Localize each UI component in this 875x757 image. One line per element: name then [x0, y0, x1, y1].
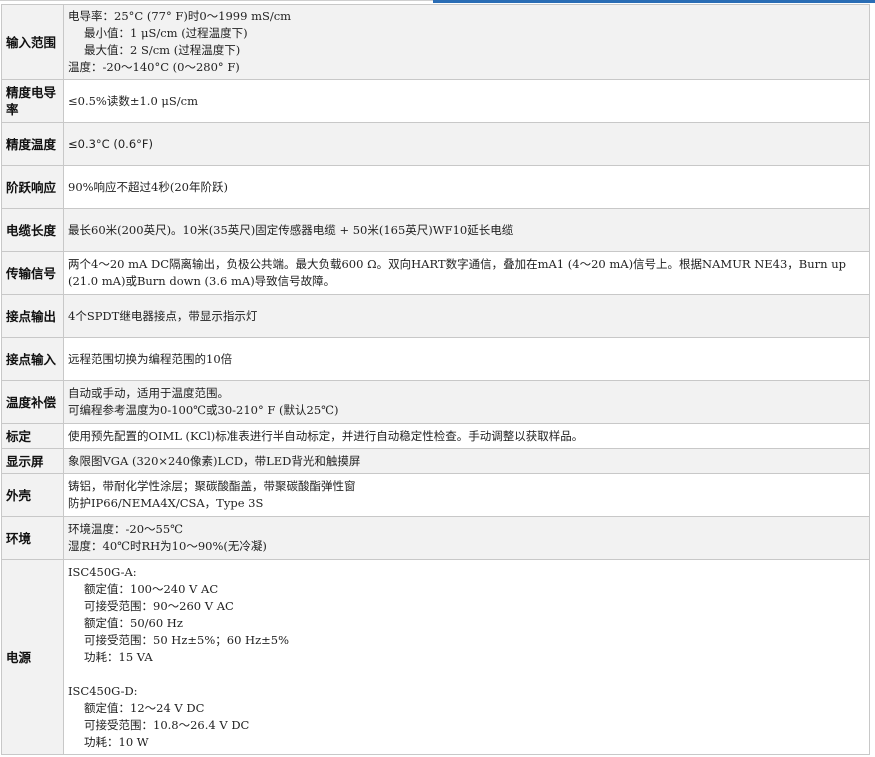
spec-row-cable-length: 电缆长度 最长60米(200英尺)。10米(35英尺)固定传感器电缆 + 50米… — [1, 208, 870, 252]
spec-row-contact-output: 接点输出 4个SPDT继电器接点，带显示指示灯 — [1, 294, 870, 338]
spec-label: 阶跃响应 — [1, 165, 64, 209]
spec-row-contact-input: 接点输入 远程范围切换为编程范围的10倍 — [1, 337, 870, 381]
spec-value: 象限图VGA (320×240像素)LCD，带LED背光和触摸屏 — [63, 448, 870, 474]
spec-row-display: 显示屏 象限图VGA (320×240像素)LCD，带LED背光和触摸屏 — [1, 448, 870, 474]
spec-line: (21.0 mA)或Burn down (3.6 mA)导致信号故障。 — [68, 274, 336, 288]
spec-row-temperature-compensation: 温度补偿 自动或手动，适用于温度范围。 可编程参考温度为0-100℃或30-21… — [1, 380, 870, 424]
spec-label: 显示屏 — [1, 448, 64, 474]
spec-line: 环境温度：-20～55℃ — [68, 522, 184, 536]
spec-value: 远程范围切换为编程范围的10倍 — [63, 337, 870, 381]
spec-label: 精度电导率 — [1, 79, 64, 123]
spec-value: 4个SPDT继电器接点，带显示指示灯 — [63, 294, 870, 338]
spec-line: 可接受范围：10.8～26.4 V DC — [84, 717, 250, 732]
top-accent-blue — [433, 0, 875, 3]
spec-line: 使用预先配置的OIML (KCl)标准表进行半自动标定，并进行自动稳定性检查。手… — [68, 428, 584, 443]
spec-label: 传输信号 — [1, 251, 64, 295]
spec-value: ISC450G-A: 额定值：100～240 V AC 可接受范围：90～260… — [63, 559, 870, 755]
spec-label: 温度补偿 — [1, 380, 64, 424]
spec-line: 功耗：15 VA — [84, 649, 153, 664]
spec-line: 4个SPDT继电器接点，带显示指示灯 — [68, 308, 258, 323]
spec-label: 输入范围 — [1, 4, 64, 80]
spec-label: 电源 — [1, 559, 64, 755]
spec-line: 可接受范围：50 Hz±5%；60 Hz±5% — [84, 632, 290, 647]
spec-table: 输入范围 电导率：25°C (77° F)时0～1999 mS/cm 最小值：1… — [1, 4, 870, 755]
spec-line: 额定值：100～240 V AC — [84, 581, 219, 596]
spec-line: 铸铝，带耐化学性涂层；聚碳酸酯盖，带聚碳酸酯弹性窗 — [68, 479, 356, 493]
spec-value: 使用预先配置的OIML (KCl)标准表进行半自动标定，并进行自动稳定性检查。手… — [63, 423, 870, 449]
spec-line: 湿度：40℃时RH为10～90%(无冷凝) — [68, 539, 267, 553]
spec-row-accuracy-conductivity: 精度电导率 ≤0.5%读数±1.0 μS/cm — [1, 79, 870, 123]
spec-row-input-range: 输入范围 电导率：25°C (77° F)时0～1999 mS/cm 最小值：1… — [1, 4, 870, 80]
spec-label: 精度温度 — [1, 122, 64, 166]
spec-line: 两个4～20 mA DC隔离输出，负极公共端。最大负载600 Ω。双向HART数… — [68, 257, 846, 271]
spec-value: ≤0.3°C (0.6°F) — [63, 122, 870, 166]
spec-line: 90%响应不超过4秒(20年阶跃) — [68, 179, 228, 194]
spec-line: ≤0.5%读数±1.0 μS/cm — [68, 93, 199, 108]
spec-row-housing: 外壳 铸铝，带耐化学性涂层；聚碳酸酯盖，带聚碳酸酯弹性窗 防护IP66/NEMA… — [1, 473, 870, 517]
spec-line: ISC450G-A: — [68, 564, 137, 579]
spec-line: 电导率：25°C (77° F)时0～1999 mS/cm — [68, 9, 292, 23]
spec-value: 两个4～20 mA DC隔离输出，负极公共端。最大负载600 Ω。双向HART数… — [63, 251, 870, 295]
spec-value: 环境温度：-20～55℃ 湿度：40℃时RH为10～90%(无冷凝) — [63, 516, 870, 560]
spec-value: 电导率：25°C (77° F)时0～1999 mS/cm 最小值：1 μS/c… — [63, 4, 870, 80]
spec-line: 最长60米(200英尺)。10米(35英尺)固定传感器电缆 + 50米(165英… — [68, 222, 514, 237]
spec-label: 外壳 — [1, 473, 64, 517]
spec-row-calibration: 标定 使用预先配置的OIML (KCl)标准表进行半自动标定，并进行自动稳定性检… — [1, 423, 870, 449]
spec-line-blank: ​ — [68, 666, 865, 683]
spec-line: 功耗：10 W — [84, 734, 149, 749]
spec-value: 自动或手动，适用于温度范围。 可编程参考温度为0-100℃或30-210° F … — [63, 380, 870, 424]
top-accent-gray — [0, 0, 433, 1]
spec-line: 可编程参考温度为0-100℃或30-210° F (默认25℃) — [68, 403, 339, 417]
spec-line: 最大值：2 S/cm (过程温度下) — [84, 43, 241, 57]
spec-line: 自动或手动，适用于温度范围。 — [68, 386, 229, 400]
spec-label: 标定 — [1, 423, 64, 449]
spec-line: 防护IP66/NEMA4X/CSA，Type 3S — [68, 496, 264, 510]
spec-line: 远程范围切换为编程范围的10倍 — [68, 351, 233, 366]
spec-line: ISC450G-D: — [68, 683, 138, 698]
spec-row-environment: 环境 环境温度：-20～55℃ 湿度：40℃时RH为10～90%(无冷凝) — [1, 516, 870, 560]
spec-value: 90%响应不超过4秒(20年阶跃) — [63, 165, 870, 209]
spec-line: ≤0.3°C (0.6°F) — [68, 136, 153, 151]
spec-row-transmission-signal: 传输信号 两个4～20 mA DC隔离输出，负极公共端。最大负载600 Ω。双向… — [1, 251, 870, 295]
spec-label: 电缆长度 — [1, 208, 64, 252]
spec-value: ≤0.5%读数±1.0 μS/cm — [63, 79, 870, 123]
spec-line: 温度：-20～140°C (0～280° F) — [68, 60, 240, 74]
spec-line: 可接受范围：90～260 V AC — [84, 598, 234, 613]
spec-value: 最长60米(200英尺)。10米(35英尺)固定传感器电缆 + 50米(165英… — [63, 208, 870, 252]
spec-value: 铸铝，带耐化学性涂层；聚碳酸酯盖，带聚碳酸酯弹性窗 防护IP66/NEMA4X/… — [63, 473, 870, 517]
spec-row-accuracy-temperature: 精度温度 ≤0.3°C (0.6°F) — [1, 122, 870, 166]
spec-line: 额定值：50/60 Hz — [84, 615, 183, 630]
spec-row-power: 电源 ISC450G-A: 额定值：100～240 V AC 可接受范围：90～… — [1, 559, 870, 755]
spec-row-step-response: 阶跃响应 90%响应不超过4秒(20年阶跃) — [1, 165, 870, 209]
spec-label: 接点输出 — [1, 294, 64, 338]
spec-line: 最小值：1 μS/cm (过程温度下) — [84, 26, 248, 40]
spec-label: 环境 — [1, 516, 64, 560]
spec-line: 象限图VGA (320×240像素)LCD，带LED背光和触摸屏 — [68, 453, 361, 468]
spec-line: 额定值：12～24 V DC — [84, 700, 205, 715]
spec-label: 接点输入 — [1, 337, 64, 381]
